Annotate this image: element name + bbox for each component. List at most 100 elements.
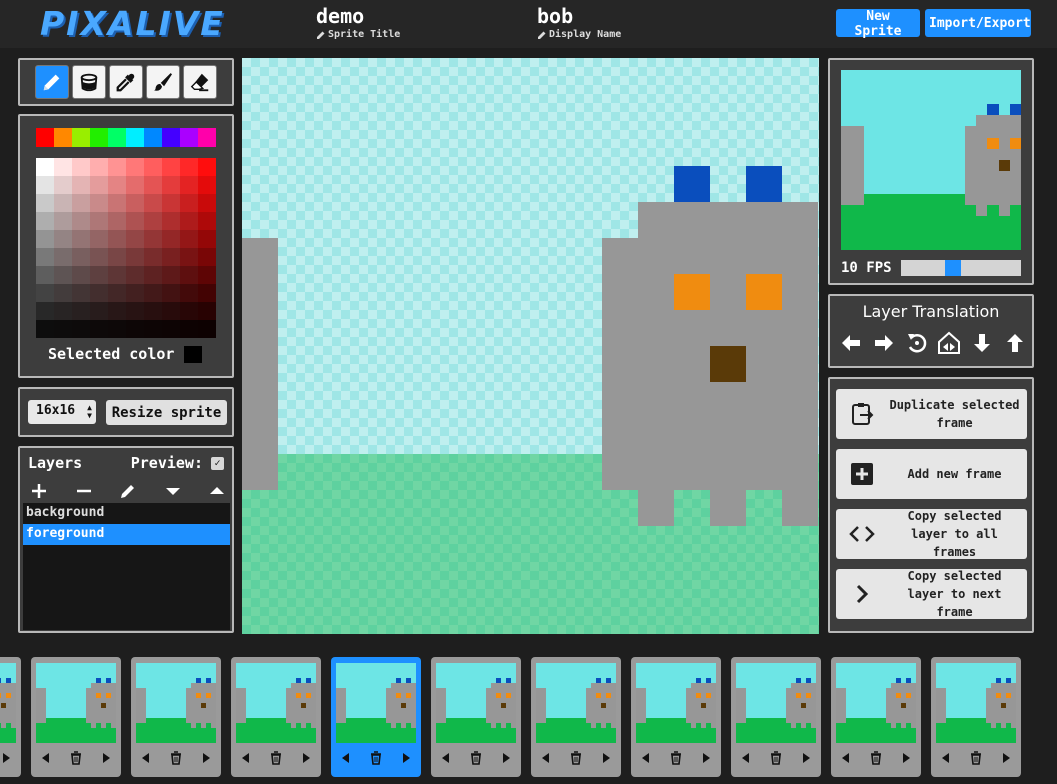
- shade-swatch[interactable]: [198, 320, 216, 338]
- import-export-button[interactable]: Import/Export: [925, 9, 1031, 37]
- shade-swatch[interactable]: [90, 266, 108, 284]
- move-layer-up-button[interactable]: [206, 482, 228, 500]
- shade-swatch[interactable]: [54, 248, 72, 266]
- shade-swatch[interactable]: [180, 266, 198, 284]
- hue-swatch[interactable]: [144, 128, 162, 147]
- frame-card[interactable]: [931, 657, 1021, 777]
- move-frame-left-icon[interactable]: [839, 751, 853, 765]
- shade-swatch[interactable]: [36, 176, 54, 194]
- layer-preview-checkbox[interactable]: ✓: [211, 456, 224, 470]
- move-frame-right-icon[interactable]: [399, 751, 413, 765]
- frame-thumbnail[interactable]: [636, 663, 716, 743]
- delete-frame-icon[interactable]: [269, 751, 283, 765]
- frame-card[interactable]: [0, 657, 21, 777]
- hue-swatch[interactable]: [108, 128, 126, 147]
- rename-layer-button[interactable]: [117, 482, 139, 500]
- shade-swatch[interactable]: [72, 158, 90, 176]
- sprite-title-edit[interactable]: Sprite Title: [316, 29, 400, 40]
- delete-frame-icon[interactable]: [569, 751, 583, 765]
- move-frame-left-icon[interactable]: [639, 751, 653, 765]
- shade-swatch[interactable]: [126, 284, 144, 302]
- shade-swatch[interactable]: [90, 248, 108, 266]
- shade-swatch[interactable]: [54, 230, 72, 248]
- shade-swatch[interactable]: [198, 230, 216, 248]
- frame-card[interactable]: [731, 657, 821, 777]
- delete-frame-icon[interactable]: [869, 751, 883, 765]
- shade-swatch[interactable]: [162, 320, 180, 338]
- delete-frame-icon[interactable]: [169, 751, 183, 765]
- shade-swatch[interactable]: [126, 320, 144, 338]
- shade-swatch[interactable]: [198, 248, 216, 266]
- delete-frame-icon[interactable]: [969, 751, 983, 765]
- move-frame-right-icon[interactable]: [799, 751, 813, 765]
- shade-swatch[interactable]: [90, 176, 108, 194]
- hue-swatch[interactable]: [54, 128, 72, 147]
- move-frame-left-icon[interactable]: [339, 751, 353, 765]
- move-frame-right-icon[interactable]: [999, 751, 1013, 765]
- copy-layer-next-frame-button[interactable]: Copy selected layer to next frame: [836, 569, 1027, 619]
- shade-swatch[interactable]: [144, 248, 162, 266]
- delete-frame-icon[interactable]: [469, 751, 483, 765]
- shade-swatch[interactable]: [36, 320, 54, 338]
- shift-right-button[interactable]: [871, 330, 897, 356]
- move-frame-left-icon[interactable]: [439, 751, 453, 765]
- shade-swatch[interactable]: [198, 212, 216, 230]
- shade-swatch[interactable]: [90, 230, 108, 248]
- shade-swatch[interactable]: [144, 266, 162, 284]
- shade-swatch[interactable]: [162, 212, 180, 230]
- move-frame-left-icon[interactable]: [39, 751, 53, 765]
- shade-swatch[interactable]: [108, 158, 126, 176]
- add-frame-button[interactable]: Add new frame: [836, 449, 1027, 499]
- move-frame-right-icon[interactable]: [299, 751, 313, 765]
- eraser-tool-button[interactable]: [183, 65, 217, 99]
- shade-swatch[interactable]: [54, 158, 72, 176]
- brush-tool-button[interactable]: [146, 65, 180, 99]
- shift-down-button[interactable]: [969, 330, 995, 356]
- move-frame-left-icon[interactable]: [739, 751, 753, 765]
- shift-left-button[interactable]: [838, 330, 864, 356]
- shade-swatch[interactable]: [54, 302, 72, 320]
- shade-swatch[interactable]: [180, 230, 198, 248]
- frame-thumbnail[interactable]: [736, 663, 816, 743]
- move-frame-left-icon[interactable]: [239, 751, 253, 765]
- frame-thumbnail[interactable]: [936, 663, 1016, 743]
- frame-thumbnail[interactable]: [336, 663, 416, 743]
- shade-swatch[interactable]: [90, 158, 108, 176]
- shade-swatch[interactable]: [36, 302, 54, 320]
- shade-swatch[interactable]: [36, 248, 54, 266]
- delete-frame-icon[interactable]: [669, 751, 683, 765]
- shade-swatch[interactable]: [126, 176, 144, 194]
- shade-swatch[interactable]: [108, 320, 126, 338]
- fps-slider-thumb[interactable]: [944, 260, 961, 276]
- shade-swatch[interactable]: [54, 266, 72, 284]
- frame-card[interactable]: [531, 657, 621, 777]
- shade-swatch[interactable]: [144, 284, 162, 302]
- shade-swatch[interactable]: [36, 284, 54, 302]
- shade-swatch[interactable]: [198, 266, 216, 284]
- shade-swatch[interactable]: [198, 158, 216, 176]
- frame-thumbnail[interactable]: [436, 663, 516, 743]
- shade-swatch[interactable]: [90, 284, 108, 302]
- shade-swatch[interactable]: [72, 194, 90, 212]
- shade-swatch[interactable]: [180, 284, 198, 302]
- add-layer-button[interactable]: [28, 482, 50, 500]
- hue-swatch[interactable]: [72, 128, 90, 147]
- delete-frame-icon[interactable]: [69, 751, 83, 765]
- shade-swatch[interactable]: [36, 194, 54, 212]
- shade-swatch[interactable]: [180, 212, 198, 230]
- layer-item-foreground[interactable]: foreground: [23, 524, 230, 545]
- frame-card[interactable]: [131, 657, 221, 777]
- shade-swatch[interactable]: [54, 194, 72, 212]
- hue-swatch[interactable]: [198, 128, 216, 147]
- shade-swatch[interactable]: [90, 194, 108, 212]
- hue-strip[interactable]: [36, 128, 216, 147]
- shade-swatch[interactable]: [180, 194, 198, 212]
- move-frame-right-icon[interactable]: [699, 751, 713, 765]
- frame-card[interactable]: [631, 657, 721, 777]
- frame-card[interactable]: [831, 657, 921, 777]
- shade-swatch[interactable]: [54, 212, 72, 230]
- shade-swatch[interactable]: [108, 194, 126, 212]
- move-layer-down-button[interactable]: [162, 482, 184, 500]
- shade-swatch[interactable]: [54, 284, 72, 302]
- frame-thumbnail[interactable]: [236, 663, 316, 743]
